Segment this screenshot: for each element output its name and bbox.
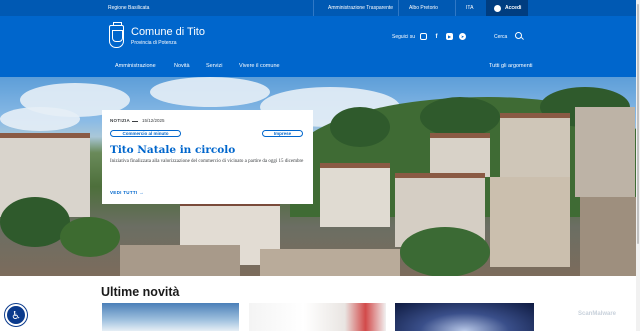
follow-label: Seguici su	[392, 34, 416, 40]
albo-pretorio-link[interactable]: Albo Pretorio	[409, 5, 438, 11]
news-thumbnail[interactable]	[395, 303, 534, 331]
tag-chip[interactable]: Commercio al minuto	[110, 130, 181, 137]
see-all-link[interactable]: VEDI TUTTI →	[110, 190, 144, 195]
telegram-icon[interactable]: ➤	[459, 33, 466, 40]
youtube-icon[interactable]: ▶	[446, 33, 453, 40]
nav-item-amministrazione[interactable]: Amministrazione	[115, 63, 156, 69]
news-thumbnail[interactable]	[249, 303, 386, 331]
divider	[398, 0, 399, 16]
divider	[455, 0, 456, 16]
scrollbar[interactable]	[636, 0, 640, 331]
language-selector[interactable]: ITA	[466, 5, 473, 11]
scrollbar-thumb[interactable]	[637, 4, 639, 244]
arrow-right-icon: →	[139, 190, 144, 195]
site-header: Comune di Tito Provincia di Potenza Segu…	[0, 16, 636, 60]
coat-of-arms-icon[interactable]	[109, 22, 124, 48]
news-card: NOTIZIA 15/12/2025 Commercio al minuto I…	[102, 110, 313, 204]
hero-image	[0, 77, 636, 276]
news-category: NOTIZIA	[110, 118, 131, 123]
news-thumbnail[interactable]	[102, 303, 239, 331]
top-bar: Regione Basilicata Amministrazione Trasp…	[0, 0, 636, 16]
news-title[interactable]: Tito Natale in circolo	[110, 144, 235, 156]
nav-all-topics[interactable]: Tutti gli argomenti	[489, 63, 533, 69]
divider	[313, 0, 314, 16]
region-link[interactable]: Regione Basilicata	[108, 5, 149, 11]
nav-item-novita[interactable]: Novità	[174, 63, 190, 69]
user-icon	[494, 4, 501, 12]
see-all-label: VEDI TUTTI	[110, 190, 138, 195]
amministrazione-trasparente-link[interactable]: Amministrazione Trasparente	[328, 5, 393, 11]
site-title[interactable]: Comune di Tito	[131, 26, 205, 38]
main-nav: Amministrazione Novità Servizi Vivere il…	[0, 60, 636, 77]
tag-chip[interactable]: Imprese	[262, 130, 303, 137]
search-icon[interactable]	[515, 32, 522, 39]
nav-item-servizi[interactable]: Servizi	[206, 63, 223, 69]
accessibility-icon: ♿	[11, 309, 21, 322]
watermark: ScanMalware	[578, 311, 617, 317]
nav-item-vivere-il-comune[interactable]: Vivere il comune	[239, 63, 280, 69]
facebook-icon[interactable]: f	[433, 33, 440, 40]
accessibility-button[interactable]: ♿	[5, 304, 27, 326]
login-button[interactable]: Accedi	[486, 0, 528, 16]
instagram-icon[interactable]	[420, 33, 427, 40]
news-description: Iniziativa finalizzata alla valorizzazio…	[110, 159, 304, 164]
divider	[132, 121, 138, 122]
news-date: 15/12/2025	[142, 118, 165, 123]
site-subtitle: Provincia di Potenza	[131, 40, 177, 46]
section-title: Ultime novità	[101, 285, 180, 299]
search-label[interactable]: Cerca	[494, 34, 507, 40]
login-label: Accedi	[505, 5, 522, 11]
